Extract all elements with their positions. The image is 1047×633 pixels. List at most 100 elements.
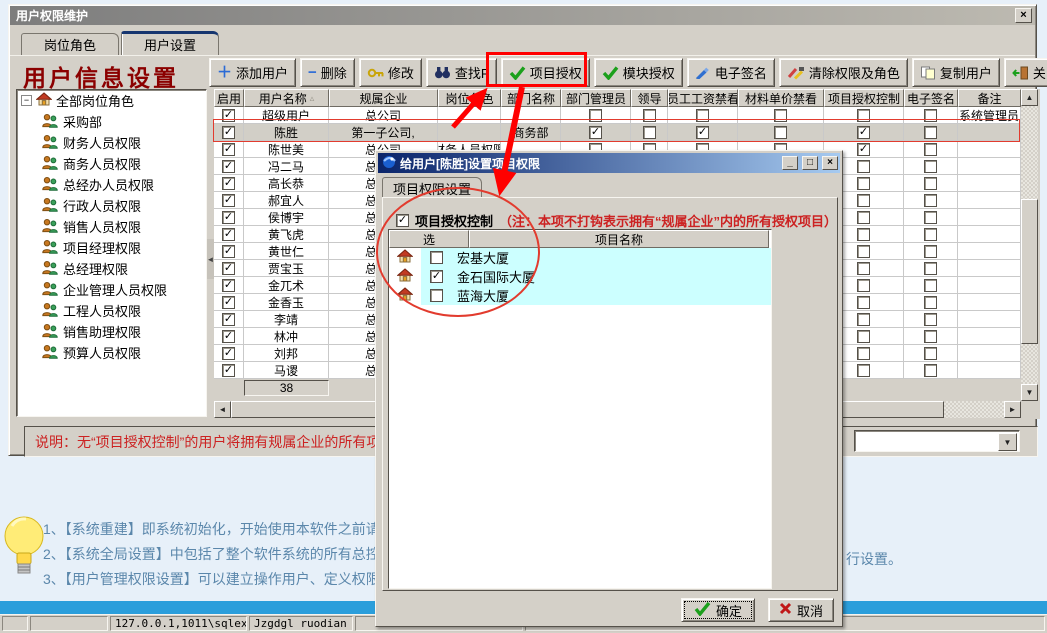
esign-checkbox[interactable]	[924, 109, 937, 122]
splitter[interactable]: ◄	[207, 89, 214, 417]
combobox-value[interactable]	[854, 430, 1020, 452]
column-header-project_auth[interactable]: 项目授权控制	[824, 89, 904, 107]
project_auth-checkbox[interactable]	[857, 109, 870, 122]
project_auth-checkbox[interactable]: ✓	[857, 126, 870, 139]
dialog-close-button[interactable]: ×	[822, 156, 838, 170]
clear-perms-roles-button[interactable]: 清除权限及角色	[779, 58, 908, 87]
enabled-checkbox[interactable]: ✓	[222, 279, 235, 292]
sidebar-item[interactable]: 总经办人员权限	[17, 174, 206, 195]
module-auth-button[interactable]: 模块授权	[594, 58, 683, 87]
project_auth-checkbox[interactable]	[857, 296, 870, 309]
project_auth-checkbox[interactable]	[857, 245, 870, 258]
enabled-checkbox[interactable]: ✓	[222, 347, 235, 360]
enabled-checkbox[interactable]: ✓	[222, 330, 235, 343]
material_hidden-checkbox[interactable]	[774, 109, 787, 122]
project_auth-checkbox[interactable]	[857, 330, 870, 343]
esign-checkbox[interactable]	[924, 228, 937, 241]
esignature-button[interactable]: 电子签名	[687, 58, 775, 87]
esign-checkbox[interactable]	[924, 143, 937, 156]
h-scroll-track[interactable]	[944, 401, 1004, 418]
sidebar-item[interactable]: 预算人员权限	[17, 342, 206, 363]
enabled-checkbox[interactable]: ✓	[222, 194, 235, 207]
column-header-dept_manager[interactable]: 部门管理员	[561, 89, 631, 107]
close-button[interactable]: 关闭	[1004, 58, 1047, 87]
dept_manager-checkbox[interactable]	[589, 109, 602, 122]
esign-checkbox[interactable]	[924, 194, 937, 207]
enabled-checkbox[interactable]: ✓	[222, 109, 235, 122]
sidebar-item[interactable]: 项目经理权限	[17, 237, 206, 258]
project-checkbox[interactable]	[430, 289, 443, 302]
splitter-collapse-arrow[interactable]: ◄	[207, 239, 214, 279]
project_auth-checkbox[interactable]	[857, 177, 870, 190]
enabled-checkbox[interactable]: ✓	[222, 228, 235, 241]
enabled-checkbox[interactable]: ✓	[222, 211, 235, 224]
delete-button[interactable]: −删除	[300, 58, 355, 87]
scroll-down-button[interactable]: ▼	[1021, 384, 1038, 401]
enabled-checkbox[interactable]: ✓	[222, 262, 235, 275]
sidebar-item[interactable]: 总经理权限	[17, 258, 206, 279]
enabled-checkbox[interactable]: ✓	[222, 126, 235, 139]
column-header-select[interactable]: 选	[389, 230, 469, 248]
project-checkbox[interactable]: ✓	[430, 270, 443, 283]
esign-checkbox[interactable]	[924, 211, 937, 224]
table-row[interactable]: ✓超级用户总公司系统管理员	[214, 107, 1021, 124]
column-header-esign[interactable]: 电子签名	[904, 89, 958, 107]
dept_manager-checkbox[interactable]: ✓	[589, 126, 602, 139]
project_auth-checkbox[interactable]	[857, 364, 870, 377]
sidebar-item[interactable]: 商务人员权限	[17, 153, 206, 174]
project_auth-checkbox[interactable]	[857, 313, 870, 326]
project-auth-control-checkbox[interactable]: ✓	[396, 214, 409, 227]
project_auth-checkbox[interactable]	[857, 194, 870, 207]
sidebar-item[interactable]: 行政人员权限	[17, 195, 206, 216]
leader-checkbox[interactable]	[643, 109, 656, 122]
project-row[interactable]: ✓金石国际大厦	[389, 267, 771, 286]
cancel-button[interactable]: 取消	[768, 598, 834, 622]
copy-user-button[interactable]: 复制用户	[912, 58, 1000, 87]
tab-project-permission[interactable]: 项目权限设置	[382, 177, 482, 198]
sidebar-item[interactable]: 采购部	[17, 111, 206, 132]
maximize-button[interactable]: □	[802, 156, 818, 170]
esign-checkbox[interactable]	[924, 347, 937, 360]
sidebar-item-root[interactable]: −全部岗位角色	[17, 90, 206, 111]
esign-checkbox[interactable]	[924, 313, 937, 326]
enabled-checkbox[interactable]: ✓	[222, 177, 235, 190]
sidebar-item[interactable]: 销售人员权限	[17, 216, 206, 237]
esign-checkbox[interactable]	[924, 296, 937, 309]
project_auth-checkbox[interactable]	[857, 228, 870, 241]
salary_hidden-checkbox[interactable]	[696, 109, 709, 122]
project-checkbox[interactable]	[430, 251, 443, 264]
scroll-up-button[interactable]: ▲	[1021, 89, 1038, 106]
collapse-icon[interactable]: −	[21, 95, 32, 106]
enabled-checkbox[interactable]: ✓	[222, 296, 235, 309]
material_hidden-checkbox[interactable]	[774, 126, 787, 139]
add-user-button[interactable]: ＋添加用户	[209, 58, 296, 87]
column-header-dept[interactable]: 部门名称	[501, 89, 561, 107]
project-auth-button[interactable]: 项目授权	[501, 58, 590, 87]
enabled-checkbox[interactable]: ✓	[222, 245, 235, 258]
sidebar-item[interactable]: 财务人员权限	[17, 132, 206, 153]
table-row[interactable]: ✓陈胜第一子公司,商务部✓✓✓	[214, 124, 1021, 141]
project_auth-checkbox[interactable]	[857, 262, 870, 275]
column-header-leader[interactable]: 领导	[631, 89, 668, 107]
project_auth-checkbox[interactable]: ✓	[857, 143, 870, 156]
column-header-name[interactable]: 用户名称▵	[244, 89, 329, 107]
column-header-material_hidden[interactable]: 材料单价禁看	[738, 89, 824, 107]
esign-checkbox[interactable]	[924, 245, 937, 258]
esign-checkbox[interactable]	[924, 279, 937, 292]
esign-checkbox[interactable]	[924, 126, 937, 139]
scroll-left-button[interactable]: ◄	[214, 401, 231, 418]
close-window-button[interactable]: ×	[1015, 8, 1032, 23]
ok-button[interactable]: 确定	[681, 598, 755, 622]
v-scroll-thumb[interactable]	[1021, 199, 1038, 344]
bottom-combobox[interactable]: ▼	[854, 430, 1020, 452]
project-row[interactable]: 宏基大厦	[389, 248, 771, 267]
v-scrollbar[interactable]: ▲ ▼	[1021, 89, 1038, 401]
esign-checkbox[interactable]	[924, 364, 937, 377]
sidebar-item[interactable]: 工程人员权限	[17, 300, 206, 321]
esign-checkbox[interactable]	[924, 160, 937, 173]
column-header-salary_hidden[interactable]: 员工工资禁看	[668, 89, 738, 107]
column-header-enabled[interactable]: 启用	[214, 89, 244, 107]
minimize-button[interactable]: _	[782, 156, 798, 170]
column-header-project-name[interactable]: 项目名称	[469, 230, 769, 248]
enabled-checkbox[interactable]: ✓	[222, 143, 235, 156]
